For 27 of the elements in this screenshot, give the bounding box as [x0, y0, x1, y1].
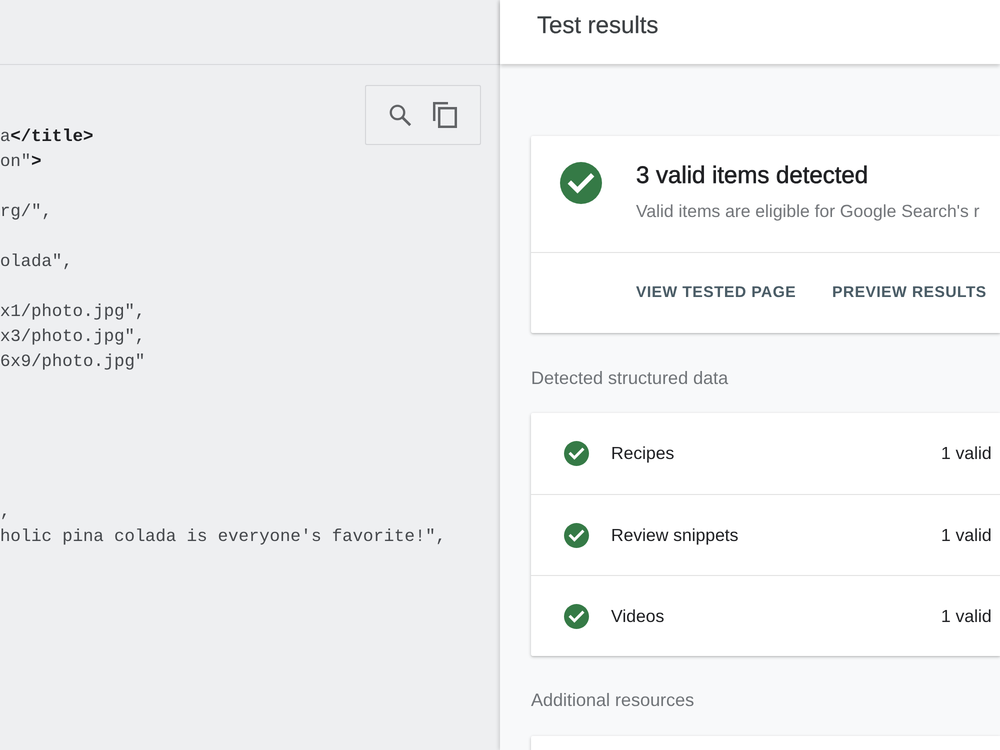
structured-data-row[interactable]: Videos 1 valid	[531, 575, 1000, 656]
code-line: holic pina colada is everyone's favorite!",	[0, 527, 446, 549]
summary-description: Valid items are eligible for Google Search's r	[636, 200, 980, 222]
item-name: Review snippets	[611, 524, 740, 546]
copy-icon	[433, 102, 457, 128]
item-count: 1 valid	[941, 524, 993, 546]
code-line: x1/photo.jpg",	[0, 302, 146, 324]
code-line: a</title>	[0, 127, 94, 149]
section-heading: Additional resources	[531, 690, 696, 710]
structured-data-row[interactable]: Recipes 1 valid	[531, 413, 1000, 494]
code-line: rg/",	[0, 202, 52, 224]
summary-title: 3 valid items detected	[636, 161, 870, 191]
code-line: olada",	[0, 252, 73, 274]
code-line: x3/photo.jpg",	[0, 327, 146, 349]
item-count: 1 valid	[941, 606, 993, 626]
item-name: Recipes	[611, 443, 676, 464]
action-button[interactable]: PREVIEW RESULTS	[824, 275, 995, 311]
action-button[interactable]: VIEW TESTED PAGE	[628, 275, 804, 311]
item-count: 1 valid	[941, 443, 993, 464]
item-name: Videos	[611, 606, 666, 626]
panel-title: Test results	[537, 11, 658, 41]
structured-data-row[interactable]: Review snippets 1 valid	[531, 494, 1000, 575]
code-line: ,	[0, 502, 10, 524]
code-line: 6x9/photo.jpg"	[0, 352, 146, 374]
search-icon	[389, 104, 411, 126]
code-line: on">	[0, 152, 42, 174]
section-heading: Detected structured data	[531, 368, 730, 388]
